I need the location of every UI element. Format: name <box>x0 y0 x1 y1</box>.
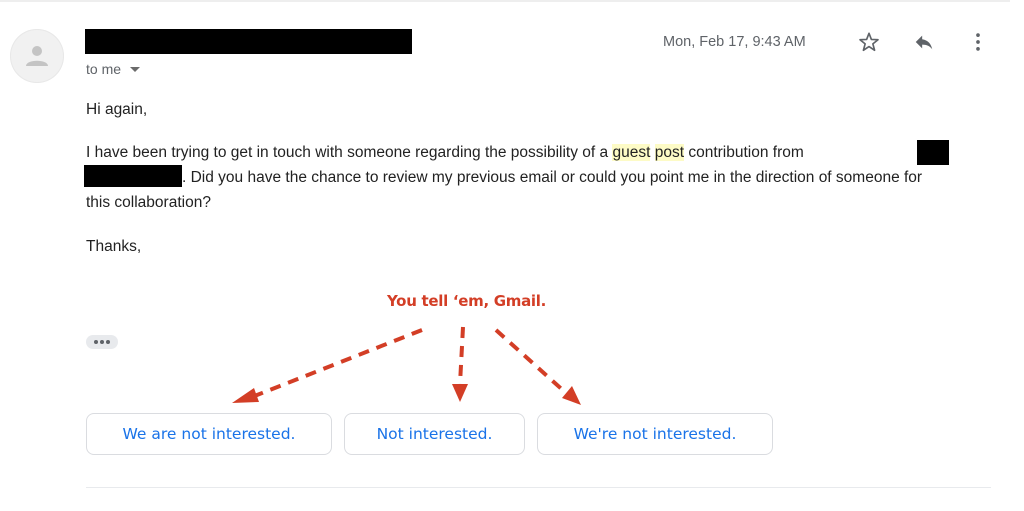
show-trimmed-content-button[interactable] <box>86 335 118 349</box>
arrow-right-line <box>494 328 568 395</box>
ellipsis-icon <box>94 340 98 344</box>
more-options-button[interactable] <box>966 30 990 54</box>
star-button[interactable] <box>857 30 881 54</box>
search-highlight: post <box>654 144 685 161</box>
annotation-label: You tell ‘em, Gmail. <box>387 292 547 310</box>
message-paragraph: I have been trying to get in touch with … <box>86 140 966 165</box>
arrow-center-line <box>458 326 465 385</box>
signoff: Thanks, <box>86 238 142 255</box>
ellipsis-icon <box>100 340 104 344</box>
chevron-down-icon <box>130 67 141 72</box>
arrow-right-head <box>562 386 581 405</box>
arrow-left-line <box>251 328 423 399</box>
reply-button[interactable] <box>912 30 936 54</box>
paragraph-text: contribution from <box>684 144 804 161</box>
arrow-center-head <box>452 384 468 402</box>
greeting: Hi again, <box>86 101 148 118</box>
person-icon <box>26 46 48 66</box>
recipient-label: to me <box>86 61 122 77</box>
arrow-left-head <box>232 388 259 403</box>
message-date: Mon, Feb 17, 9:43 AM <box>663 34 806 50</box>
name-redacted <box>917 140 949 165</box>
sender-avatar[interactable] <box>10 29 64 83</box>
bottom-divider <box>86 487 991 488</box>
search-highlight: guest <box>612 144 651 161</box>
sender-name-redacted <box>85 29 412 54</box>
ellipsis-icon <box>106 340 110 344</box>
star-outline-icon <box>859 32 879 52</box>
smart-reply-button[interactable]: We're not interested. <box>537 413 773 455</box>
paragraph-tail: . Did you have the chance to review my p… <box>86 169 923 211</box>
more-vert-icon <box>976 33 980 51</box>
top-divider <box>0 0 1010 2</box>
smart-reply-button[interactable]: Not interested. <box>344 413 525 455</box>
smart-reply-button[interactable]: We are not interested. <box>86 413 332 455</box>
recipient-details-toggle[interactable]: to me <box>86 61 141 77</box>
paragraph-text: I have been trying to get in touch with … <box>86 144 613 161</box>
reply-icon <box>915 35 933 50</box>
